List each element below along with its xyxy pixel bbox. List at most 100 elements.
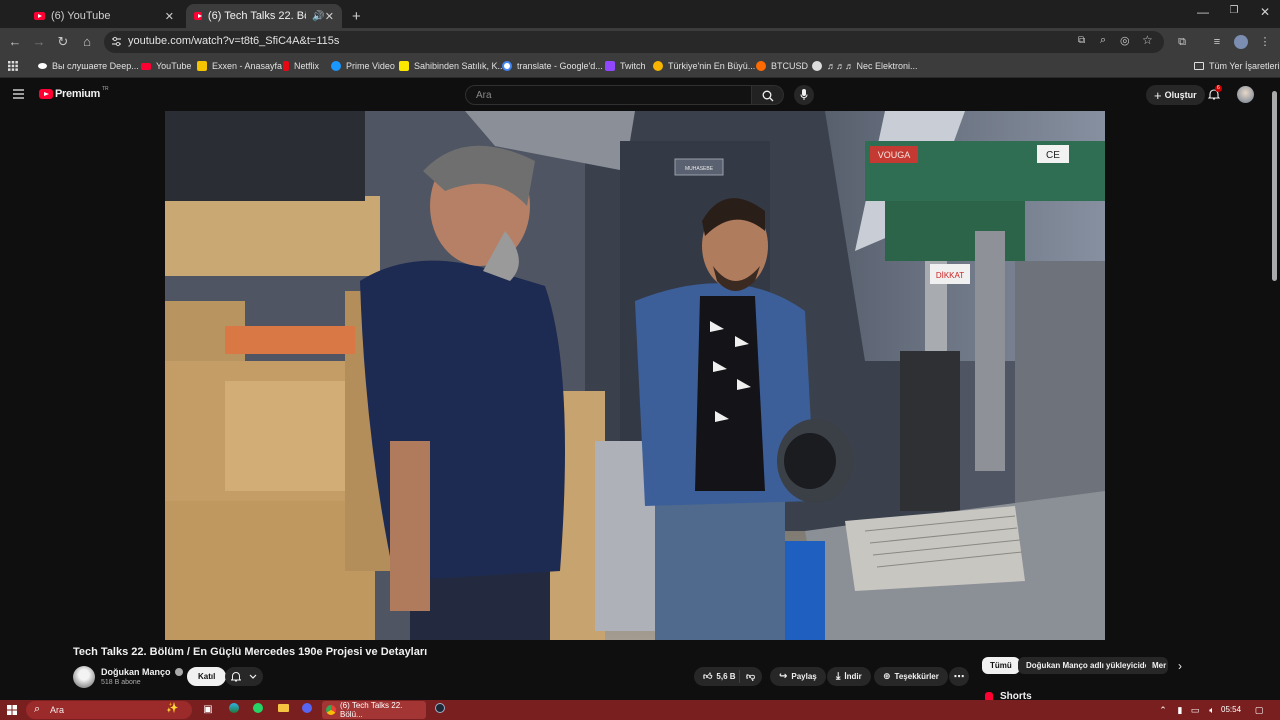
- search-button[interactable]: [752, 85, 784, 105]
- like-button[interactable]: 👍︎ 5,6 B: [694, 670, 740, 683]
- chip-mercedes[interactable]: Mer: [1146, 657, 1168, 674]
- tracking-protection-icon[interactable]: ◎: [1120, 34, 1130, 47]
- video-player[interactable]: MUHASEBE VOUGA CE DİKKAT: [165, 111, 1105, 640]
- speaker-icon[interactable]: 🔊: [312, 11, 324, 22]
- profile-avatar-icon[interactable]: [1234, 35, 1248, 49]
- chevron-down-icon: [249, 674, 257, 679]
- like-dislike-group: 👍︎ 5,6 B 👎︎: [694, 667, 762, 686]
- notifications-button[interactable]: 6: [1208, 85, 1222, 101]
- bookmark-item[interactable]: Türkiye'nin En Büyü...: [653, 61, 755, 71]
- bookmark-item[interactable]: BTCUSD: [756, 61, 808, 71]
- chip-all[interactable]: Tümü: [982, 657, 1020, 674]
- tab-list-button[interactable]: [4, 6, 20, 30]
- all-bookmarks-folder[interactable]: Tüm Yer İşaretleri: [1194, 61, 1280, 71]
- close-window-icon[interactable]: ✕: [1250, 5, 1280, 19]
- channel-avatar[interactable]: [73, 666, 95, 688]
- youtube-favicon-icon: [141, 62, 151, 70]
- scene-sign-vouga: VOUGA: [878, 150, 911, 160]
- search-input[interactable]: Ara: [465, 85, 752, 105]
- download-button[interactable]: ⤓ İndir: [827, 667, 871, 686]
- address-bar[interactable]: youtube.com/watch?v=t8t6_SfiC4A&t=115s ⧉…: [104, 31, 1164, 53]
- minimize-icon[interactable]: —: [1188, 5, 1218, 19]
- google-favicon-icon: [502, 61, 512, 71]
- back-arrow-icon[interactable]: ←: [7, 34, 23, 50]
- new-tab-button[interactable]: +: [344, 4, 362, 28]
- share-button[interactable]: ↪ Paylaş: [770, 667, 826, 686]
- search-highlight-icon: ✨: [166, 703, 179, 714]
- reload-icon[interactable]: ↻: [55, 34, 71, 50]
- bookmark-item[interactable]: YouTube: [141, 61, 191, 71]
- sahibinden-favicon-icon: [399, 61, 409, 71]
- subscriber-count: 518 B abone: [101, 679, 141, 686]
- btcusd-favicon-icon: [756, 61, 766, 71]
- steam-icon[interactable]: [433, 703, 447, 717]
- notification-badge: 6: [1215, 85, 1222, 92]
- netflix-favicon-icon: [283, 61, 289, 71]
- tab-tech-talks[interactable]: (6) Tech Talks 22. Bölüm / E 🔊 ✕: [186, 4, 342, 28]
- dislike-button[interactable]: 👎︎: [740, 671, 755, 682]
- create-button[interactable]: + Oluştur: [1146, 85, 1205, 105]
- bookmark-item[interactable]: translate - Google'd...: [502, 61, 603, 71]
- tray-overflow-icon[interactable]: ⌃: [1156, 703, 1170, 717]
- chip-from-uploader[interactable]: Doğukan Manço adlı yükleyiciden: [1018, 657, 1163, 674]
- file-explorer-icon[interactable]: [276, 703, 290, 717]
- tray-app-icon[interactable]: ▮: [1173, 703, 1187, 717]
- menu-kebab-icon[interactable]: ⋮: [1259, 36, 1271, 48]
- close-tab-icon[interactable]: ✕: [165, 10, 174, 23]
- video-title: Tech Talks 22. Bölüm / En Güçlü Mercedes…: [73, 646, 428, 658]
- home-icon[interactable]: ⌂: [79, 34, 95, 50]
- restore-icon[interactable]: ❐: [1219, 5, 1249, 16]
- whatsapp-icon[interactable]: [251, 703, 265, 717]
- scene-sign-dikkat: DİKKAT: [936, 271, 964, 280]
- url-text: youtube.com/watch?v=t8t6_SfiC4A&t=115s: [128, 35, 340, 47]
- join-button[interactable]: Katıl: [187, 667, 227, 686]
- volume-icon[interactable]: 🔈︎: [1205, 703, 1219, 717]
- taskbar-search-input[interactable]: ⌕ Ara ✨: [26, 701, 192, 719]
- youtube-play-icon: [39, 89, 53, 99]
- page-scrollbar[interactable]: [1272, 91, 1277, 281]
- account-avatar[interactable]: [1237, 86, 1254, 103]
- folder-icon: [1194, 62, 1204, 70]
- task-view-icon[interactable]: ▣: [201, 703, 215, 717]
- windows-start-icon[interactable]: [5, 703, 19, 717]
- verified-icon: [174, 668, 183, 676]
- forward-arrow-icon[interactable]: →: [31, 34, 47, 50]
- more-actions-button[interactable]: ⋯: [949, 667, 969, 686]
- bookmark-item[interactable]: Exxen - Anasayfa: [197, 61, 282, 71]
- battery-icon[interactable]: ▭: [1188, 703, 1202, 717]
- bookmark-item[interactable]: Sahibinden Satılık, K...: [399, 61, 505, 71]
- bookmark-item[interactable]: Twitch: [605, 61, 646, 71]
- thumbs-up-icon: 👍︎: [703, 671, 713, 681]
- bookmark-star-icon[interactable]: ☆: [1142, 33, 1153, 47]
- close-tab-icon[interactable]: ✕: [325, 10, 334, 23]
- scene-sign-muhasebe: MUHASEBE: [685, 166, 714, 172]
- site-info-icon[interactable]: [111, 36, 122, 47]
- browser-tab-strip: (6) YouTube ✕ (6) Tech Talks 22. Bölüm /…: [0, 0, 1280, 28]
- channel-name-link[interactable]: Doğukan Manço: [101, 667, 183, 677]
- subscription-bell-button[interactable]: [225, 667, 263, 686]
- hamburger-menu-icon[interactable]: [13, 89, 24, 99]
- taskbar-clock[interactable]: 05:54: [1221, 705, 1241, 714]
- install-app-icon[interactable]: ⧉: [1078, 35, 1085, 46]
- tab-youtube[interactable]: (6) YouTube ✕: [26, 4, 182, 28]
- discord-icon[interactable]: [300, 703, 314, 717]
- bookmark-item[interactable]: ♬♬♬ Nec Elektroni...: [812, 61, 918, 71]
- chevron-right-icon[interactable]: ›: [1178, 659, 1182, 673]
- voice-search-button[interactable]: [794, 85, 814, 105]
- bookmark-item[interactable]: Prime Video: [331, 61, 395, 71]
- media-controls-icon[interactable]: ≡: [1211, 36, 1223, 48]
- edge-browser-icon[interactable]: [227, 703, 241, 717]
- youtube-premium-logo[interactable]: Premium TR: [39, 86, 109, 100]
- extensions-icon[interactable]: ⧉: [1176, 36, 1188, 48]
- search-icon: [762, 90, 774, 102]
- bookmark-item[interactable]: Netflix: [283, 61, 319, 71]
- taskbar-chrome-window[interactable]: (6) Tech Talks 22. Bölü...: [322, 701, 426, 719]
- super-thanks-icon: ⊕: [883, 671, 891, 681]
- microphone-icon: [800, 89, 808, 100]
- zoom-icon[interactable]: ⌕: [1100, 34, 1106, 47]
- bookmark-item[interactable]: Вы слушаете Deep...: [38, 61, 139, 71]
- apps-grid-icon[interactable]: [8, 61, 18, 71]
- share-arrow-icon: ↪: [779, 671, 788, 682]
- thanks-button[interactable]: ⊕ Teşekkürler: [874, 667, 948, 686]
- notification-center-icon[interactable]: ▢: [1252, 703, 1266, 717]
